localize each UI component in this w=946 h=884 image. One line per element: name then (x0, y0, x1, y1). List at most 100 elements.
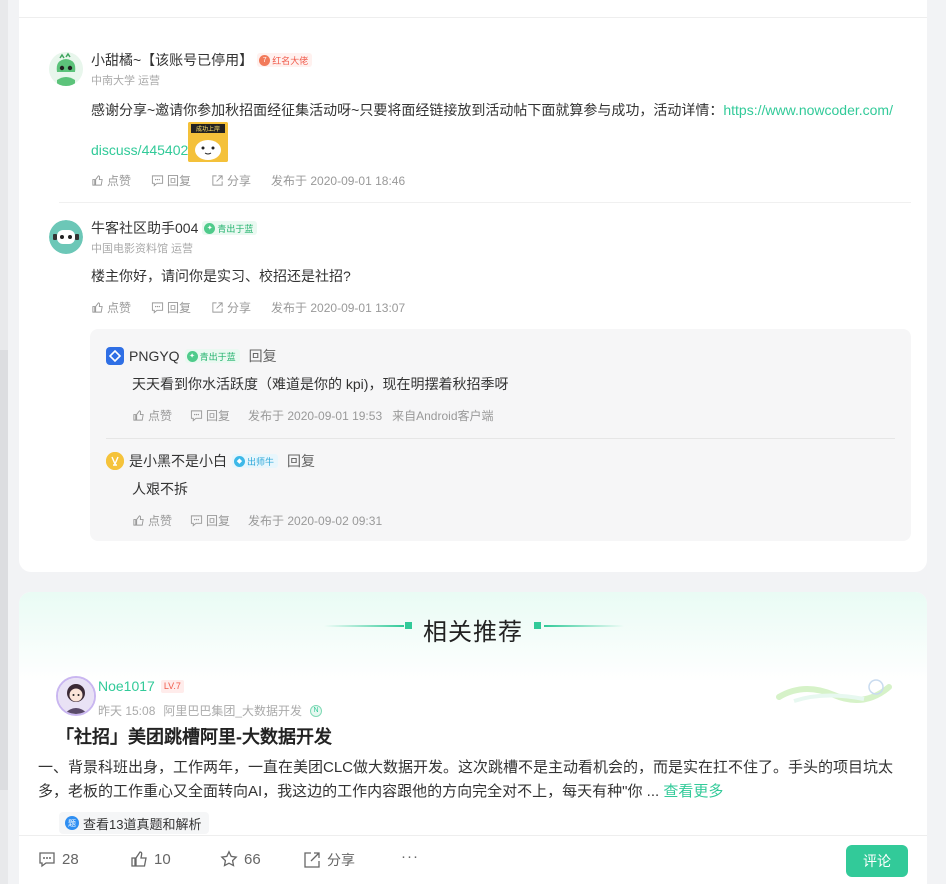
like-label: 点赞 (107, 174, 132, 188)
post-excerpt: 一、背景科班出身，工作两年，一直在美团CLC做大数据开发。这次跳槽不是主动看机会… (38, 759, 894, 800)
reply-header: 是小黑不是小白 ◆ 出师牛 回复 (106, 451, 315, 471)
post-time: 发布于 2020-09-01 18:46 (271, 174, 406, 188)
username[interactable]: 小甜橘~【该账号已停用】 (91, 50, 253, 70)
reply-to-label[interactable]: 回复 (287, 451, 315, 471)
more-dots-icon: ··· (401, 848, 419, 865)
reply-label: 回复 (206, 409, 231, 423)
comments-count-button[interactable]: 28 (38, 850, 79, 868)
author-row: Noe1017 LV.7 (98, 678, 184, 694)
username[interactable]: 是小黑不是小白 (129, 451, 227, 471)
username[interactable]: PNGYQ (129, 348, 180, 364)
avatar[interactable] (49, 52, 83, 86)
like-button[interactable]: 点赞 (132, 407, 172, 424)
badge-label: 青出于蓝 (217, 223, 254, 234)
title-deco-line (544, 625, 624, 627)
bottom-action-bar: 28 10 66 分享 ··· 评论 (19, 835, 927, 884)
comment-header: 小甜橘~【该账号已停用】 7 红名大佬 (91, 50, 313, 70)
comment-divider (59, 202, 911, 203)
chat-icon (190, 410, 203, 422)
chat-icon (151, 175, 164, 187)
username[interactable]: 牛客社区助手004 (91, 218, 198, 238)
reply-button[interactable]: 回复 (151, 172, 191, 189)
share-icon (212, 175, 223, 186)
reply-button[interactable]: 回复 (190, 512, 230, 529)
star-icon (220, 850, 238, 867)
comment-text: 楼主你好，请问你是实习、校招还是社招? (91, 268, 351, 284)
comment-text-line: 感谢分享~邀请你参加秋招面经征集活动呀~只要将面经链接放到活动帖下面就算参与成功… (91, 102, 724, 118)
like-button[interactable]: 点赞 (91, 299, 131, 316)
share-label: 分享 (227, 174, 252, 188)
likes-count: 10 (154, 850, 171, 868)
comment-text-cont: discuss/445402 成功上岸 (91, 122, 229, 170)
post-title[interactable]: 「社招」美团跳槽阿里-大数据开发 (56, 723, 332, 749)
avatar[interactable] (106, 452, 124, 470)
thumb-up-icon (133, 410, 144, 421)
reply-text: 人艰不拆 (132, 481, 188, 497)
reply-button[interactable]: 回复 (190, 407, 230, 424)
reply-header: PNGYQ ✦ 青出于蓝 回复 (106, 346, 277, 366)
level-badge: LV.7 (160, 679, 184, 693)
thumb-up-icon (92, 175, 103, 186)
more-menu-button[interactable]: ··· (401, 848, 419, 865)
comments-count: 28 (62, 850, 79, 868)
comment-button[interactable]: 评论 (846, 845, 908, 877)
replies-box: PNGYQ ✦ 青出于蓝 回复 天天看到你水活跃度（难道是你的 kpi)，现在明摆… (90, 329, 911, 541)
reply-actions: 点赞 回复 发布于 2020-09-01 19:53 来自Android客户端 (132, 407, 494, 424)
like-label: 点赞 (148, 409, 173, 423)
chip-label: 查看13道真题和解析 (83, 816, 202, 832)
thumb-up-icon (131, 851, 147, 867)
like-button[interactable]: 点赞 (132, 512, 172, 529)
comment-item: 小甜橘~【该账号已停用】 7 红名大佬 中南大学 运营 感谢分享~邀请你参加秋招面… (49, 50, 909, 200)
author-company: 阿里巴巴集团_大数据开发 (163, 704, 303, 718)
like-count-button[interactable]: 10 (130, 850, 171, 868)
questions-chip[interactable]: 题 查看13道真题和解析 (59, 812, 210, 834)
question-icon: 题 (65, 816, 79, 830)
sticker-image: 成功上岸 (188, 122, 229, 163)
rank-badge: 7 红名大佬 (257, 53, 313, 67)
star-count-button[interactable]: 66 (220, 850, 261, 868)
post-body: 一、背景科班出身，工作两年，一直在美团CLC做大数据开发。这次跳槽不是主动看机会… (38, 756, 898, 804)
author-avatar[interactable] (56, 676, 96, 716)
chat-icon (151, 302, 164, 314)
share-icon (304, 852, 320, 868)
read-more-link[interactable]: 查看更多 (663, 783, 723, 800)
author-name[interactable]: Noe1017 (98, 678, 155, 694)
rank-badge: ✦ 青出于蓝 (184, 349, 240, 363)
reply-item: 是小黑不是小白 ◆ 出师牛 回复 人艰不拆 点赞 回复 发布于 2020-09-0… (106, 451, 896, 537)
badge-label: 出师牛 (247, 456, 275, 467)
avatar[interactable] (106, 347, 124, 365)
card-divider (19, 17, 927, 18)
user-meta: 中南大学 运营 (91, 75, 161, 87)
share-button[interactable]: 分享 (211, 299, 251, 316)
like-button[interactable]: 点赞 (91, 172, 131, 189)
section-title: 相关推荐 (423, 619, 523, 646)
like-label: 点赞 (107, 301, 132, 315)
comment-actions: 点赞 回复 分享 发布于 2020-09-01 18:46 (91, 172, 405, 189)
share-button[interactable]: 分享 (303, 850, 355, 870)
stars-count: 66 (244, 850, 261, 868)
reply-button[interactable]: 回复 (151, 299, 191, 316)
diamond-icon: ◆ (234, 455, 245, 467)
share-label: 分享 (327, 852, 355, 868)
avatar[interactable] (49, 220, 83, 254)
reply-to-label[interactable]: 回复 (249, 346, 277, 366)
like-label: 点赞 (148, 514, 173, 528)
left-gutter (0, 0, 8, 884)
scroll-track (0, 350, 8, 790)
comment-item: 牛客社区助手004 ✦ 青出于蓝 中国电影资料馆 运营 楼主你好，请问你是实习、校… (49, 218, 909, 318)
post-time: 发布于 2020-09-02 09:31 (248, 514, 383, 528)
share-icon (212, 302, 223, 313)
leaf-icon: ✦ (204, 222, 216, 234)
activity-link[interactable]: https://www.nowcoder.com/ (723, 102, 893, 118)
comment-header: 牛客社区助手004 ✦ 青出于蓝 (91, 218, 258, 238)
share-button[interactable]: 分享 (211, 172, 251, 189)
activity-link-cont[interactable]: discuss/445402 (91, 142, 188, 158)
comment-icon (39, 852, 55, 868)
thumb-up-icon (133, 515, 144, 526)
user-meta: 中国电影资料馆 运营 (91, 243, 194, 255)
post-meta: 昨天 15:08 阿里巴巴集团_大数据开发 N (98, 702, 323, 719)
post-time: 发布于 2020-09-01 19:53 (248, 409, 383, 423)
leaf-icon: ✦ (186, 350, 198, 362)
thumb-up-icon (92, 302, 103, 313)
reply-label: 回复 (206, 514, 231, 528)
